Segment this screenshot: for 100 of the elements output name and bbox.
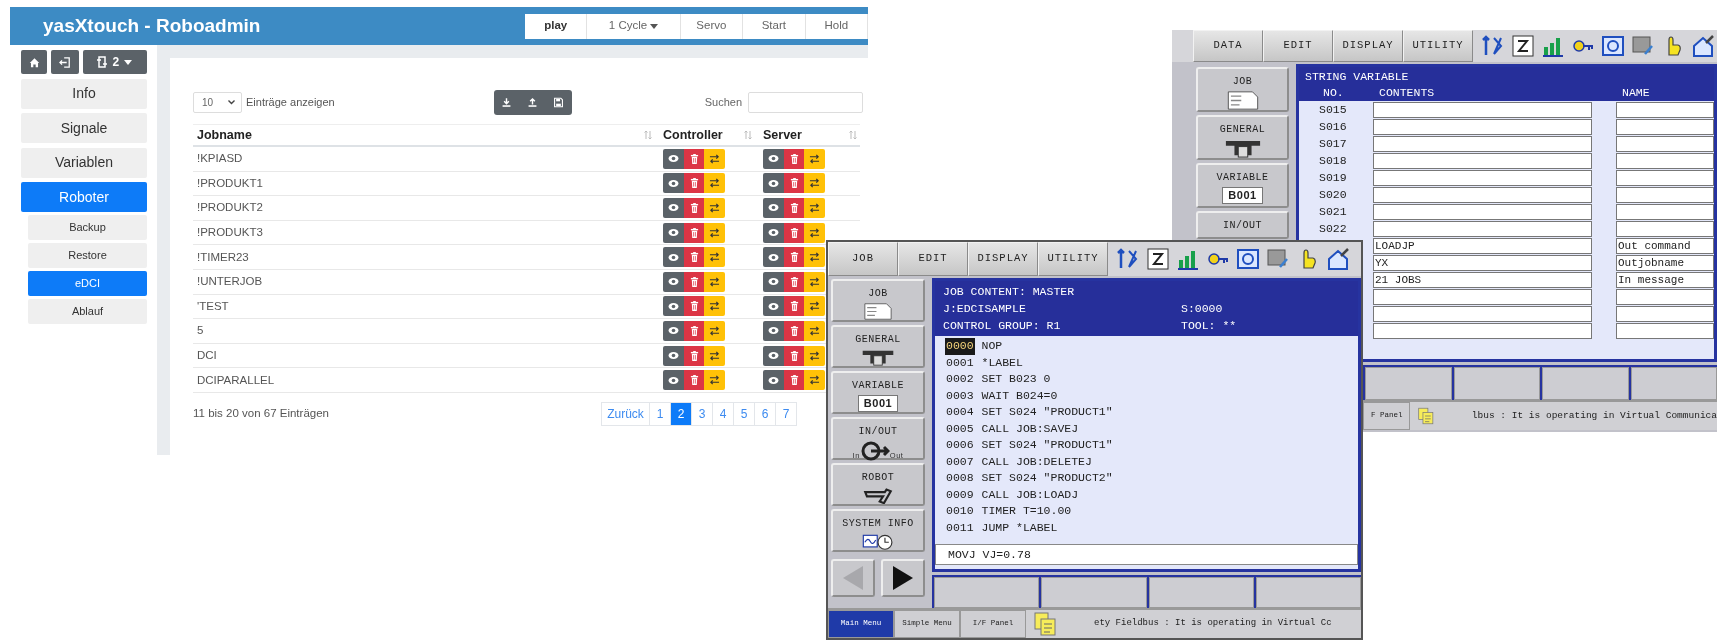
home-button[interactable] (21, 50, 48, 74)
delete-button[interactable] (683, 198, 705, 218)
delete-button[interactable] (783, 320, 805, 341)
previous-button[interactable] (831, 559, 875, 597)
delete-button[interactable] (783, 198, 805, 218)
menu-button[interactable]: DISPLAY (968, 242, 1038, 276)
view-button[interactable] (663, 320, 684, 341)
menu-button[interactable]: JOB (828, 242, 898, 276)
view-button[interactable] (763, 247, 784, 268)
view-button[interactable] (763, 198, 784, 218)
delete-button[interactable] (683, 345, 705, 366)
subnav-item[interactable]: Backup (28, 215, 147, 240)
contents-field[interactable] (1373, 322, 1592, 339)
menu-button[interactable]: EDIT (898, 242, 968, 276)
name-field[interactable]: In message (1616, 271, 1714, 288)
contents-field[interactable]: 21 JOBS (1373, 271, 1592, 288)
side-menu-button[interactable]: GENERAL (831, 325, 925, 368)
transfer-button[interactable] (704, 296, 726, 317)
transfer-button[interactable] (704, 198, 726, 218)
delete-button[interactable] (683, 271, 705, 292)
mode-button[interactable]: play (525, 13, 588, 39)
transfer-button[interactable] (704, 320, 726, 341)
contents-field[interactable] (1373, 288, 1592, 305)
view-button[interactable] (663, 173, 684, 194)
view-button[interactable] (763, 271, 784, 292)
transfer-button[interactable] (704, 173, 726, 194)
contents-field[interactable] (1373, 186, 1592, 203)
delete-button[interactable] (683, 173, 705, 194)
search-field[interactable] (748, 91, 863, 113)
menu-button[interactable]: DATA (1193, 30, 1263, 62)
delete-button[interactable] (683, 320, 705, 341)
transfer-button[interactable] (804, 148, 826, 169)
contents-field[interactable]: YX (1373, 254, 1592, 271)
subnav-item[interactable]: Ablauf (28, 299, 147, 324)
transfer-button[interactable] (804, 370, 826, 391)
name-field[interactable] (1616, 152, 1714, 169)
page-link[interactable]: 3 (691, 401, 713, 426)
delete-button[interactable] (683, 247, 705, 268)
name-field[interactable] (1616, 169, 1714, 186)
view-button[interactable] (763, 345, 784, 366)
contents-field[interactable]: LOADJP (1373, 237, 1592, 254)
nav-item[interactable]: Signale (21, 113, 147, 143)
side-menu-button[interactable]: IN/OUT (1196, 211, 1289, 239)
transfer-button[interactable] (804, 173, 826, 194)
delete-button[interactable] (683, 370, 705, 391)
contents-field[interactable] (1373, 135, 1592, 152)
view-button[interactable] (663, 247, 684, 268)
delete-button[interactable] (783, 173, 805, 194)
name-field[interactable] (1616, 135, 1714, 152)
transfer-button[interactable] (804, 198, 826, 218)
contents-field[interactable] (1373, 169, 1592, 186)
transfer-button[interactable] (804, 296, 826, 317)
name-field[interactable] (1616, 305, 1714, 322)
view-button[interactable] (663, 370, 684, 391)
side-menu-button[interactable]: VARIABLE B001 (1196, 163, 1289, 208)
page-link[interactable]: Zurück (601, 401, 650, 426)
delete-button[interactable] (783, 271, 805, 292)
transfer-button[interactable] (704, 222, 726, 243)
robot-select-button[interactable]: 2 (82, 50, 147, 74)
side-menu-button[interactable]: JOB (831, 279, 925, 322)
nav-item[interactable]: Roboter (21, 182, 147, 212)
name-field[interactable] (1616, 118, 1714, 135)
delete-button[interactable] (683, 222, 705, 243)
delete-button[interactable] (783, 247, 805, 268)
menu-button[interactable]: DISPLAY (1333, 30, 1403, 62)
transfer-button[interactable] (804, 247, 826, 268)
transfer-button[interactable] (804, 320, 826, 341)
delete-button[interactable] (783, 345, 805, 366)
name-field[interactable]: Outjobname (1616, 254, 1714, 271)
page-length-select[interactable]: 10 (193, 91, 242, 113)
logout-button[interactable] (51, 50, 79, 74)
view-button[interactable] (663, 345, 684, 366)
view-button[interactable] (763, 370, 784, 391)
view-button[interactable] (663, 222, 684, 243)
delete-button[interactable] (783, 296, 805, 317)
name-field[interactable]: Out command (1616, 237, 1714, 254)
transfer-button[interactable] (704, 247, 726, 268)
delete-button[interactable] (683, 296, 705, 317)
side-menu-button[interactable]: SYSTEM INFO (831, 509, 925, 552)
transfer-button[interactable] (704, 370, 726, 391)
menu-button[interactable]: EDIT (1263, 30, 1333, 62)
view-button[interactable] (663, 148, 684, 169)
nav-item[interactable]: Info (21, 78, 147, 109)
view-button[interactable] (663, 296, 684, 317)
next-button[interactable] (881, 559, 925, 597)
transfer-button[interactable] (804, 222, 826, 243)
contents-field[interactable] (1373, 152, 1592, 169)
name-field[interactable] (1616, 220, 1714, 237)
transfer-button[interactable] (704, 345, 726, 366)
delete-button[interactable] (783, 222, 805, 243)
contents-field[interactable] (1373, 118, 1592, 135)
nav-item[interactable]: Variablen (21, 147, 147, 178)
side-menu-button[interactable]: JOB (1196, 67, 1289, 112)
view-button[interactable] (663, 271, 684, 292)
delete-button[interactable] (683, 148, 705, 169)
transfer-button[interactable] (804, 345, 826, 366)
contents-field[interactable] (1373, 203, 1592, 220)
transfer-button[interactable] (704, 148, 726, 169)
page-link[interactable]: 1 (649, 401, 671, 426)
contents-field[interactable] (1373, 305, 1592, 322)
